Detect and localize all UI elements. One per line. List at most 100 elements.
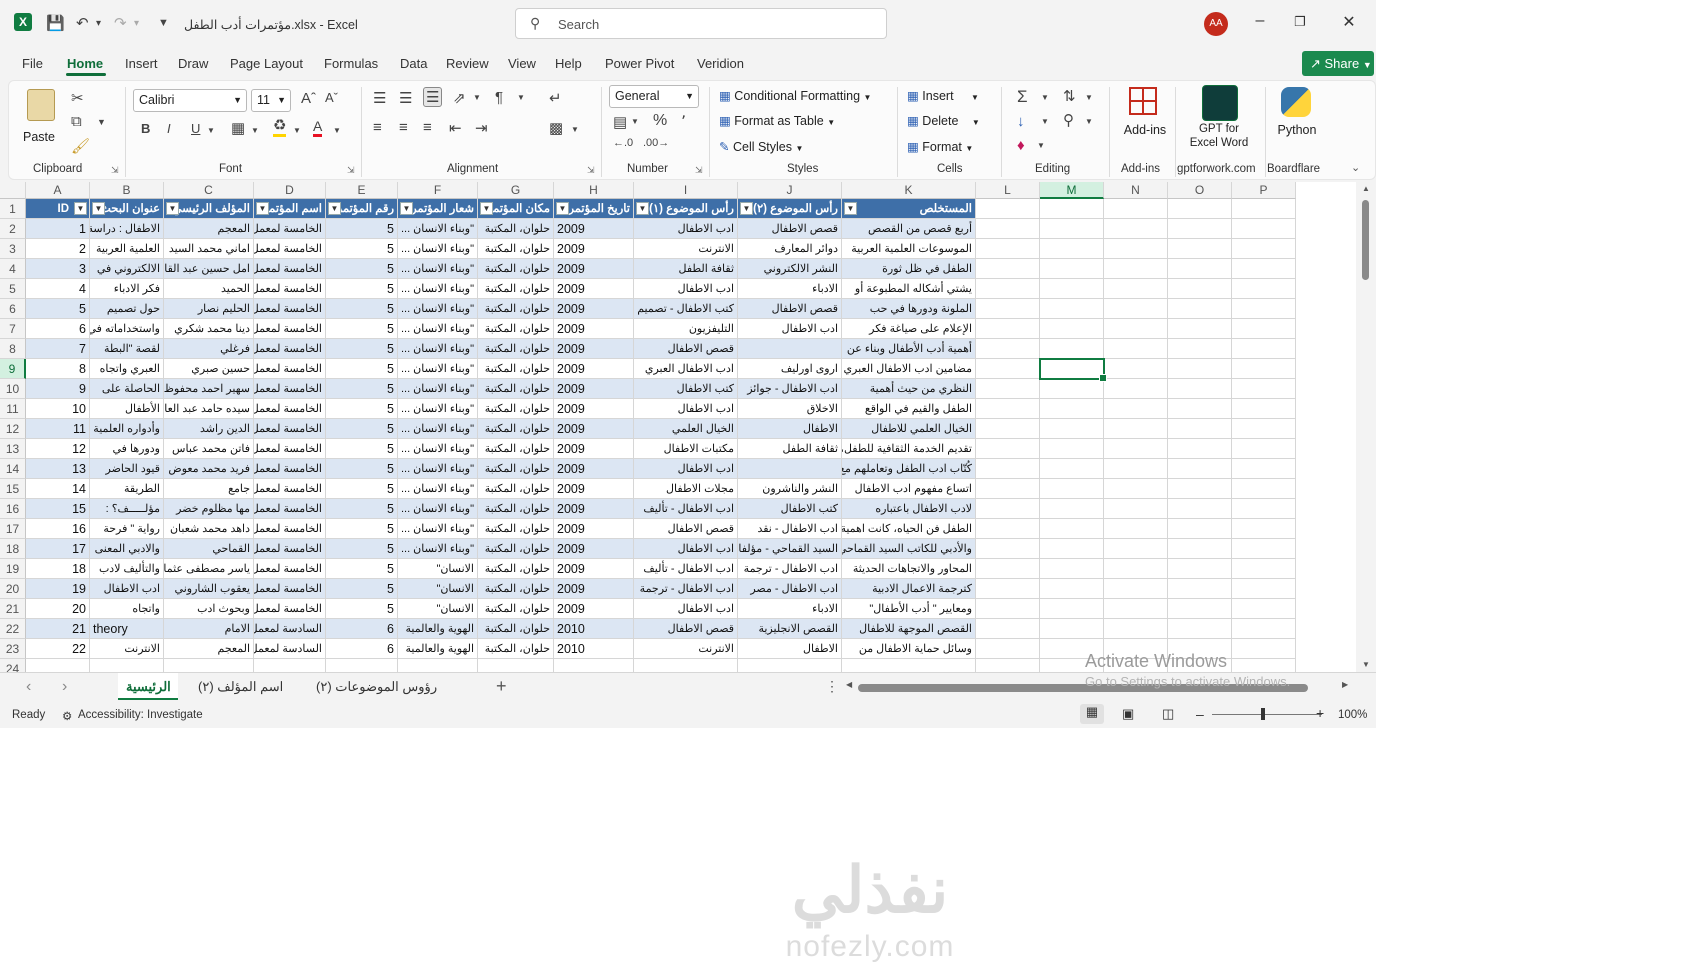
table-cell[interactable]: النشر والناشرون bbox=[738, 479, 842, 499]
table-cell[interactable]: حلوان، المكتبة bbox=[478, 399, 554, 419]
table-cell[interactable]: 5 bbox=[326, 599, 398, 619]
row-header[interactable]: 8 bbox=[0, 339, 26, 359]
table-cell[interactable]: الأطفال bbox=[90, 399, 164, 419]
column-header-f[interactable]: F bbox=[398, 182, 478, 199]
table-header-cell[interactable]: المؤلف الرئيسي ▼ bbox=[164, 199, 254, 219]
table-cell[interactable]: الخامسة لمعمل bbox=[254, 259, 326, 279]
table-cell[interactable]: 5 bbox=[326, 399, 398, 419]
empty-cell[interactable] bbox=[976, 419, 1040, 439]
table-cell[interactable]: الالكتروني في bbox=[90, 259, 164, 279]
table-cell[interactable]: حلوان، المكتبة bbox=[478, 539, 554, 559]
table-header-cell[interactable]: تاريخ المؤتمر ▼ bbox=[554, 199, 634, 219]
table-cell[interactable]: الخامسة لمعمل bbox=[254, 559, 326, 579]
increase-decimal-icon[interactable]: ←.0 bbox=[613, 137, 633, 149]
tab-formulas[interactable]: Formulas bbox=[324, 56, 378, 71]
format-cells-button[interactable]: ▦ Format ▼ bbox=[907, 139, 973, 154]
table-cell[interactable]: 5 bbox=[326, 439, 398, 459]
empty-cell[interactable] bbox=[1104, 459, 1168, 479]
empty-cell[interactable] bbox=[1168, 399, 1232, 419]
table-cell[interactable]: لادب الاطفال باعتباره bbox=[842, 499, 976, 519]
redo-dropdown-icon[interactable]: ▾ bbox=[134, 18, 139, 29]
gpt-for-excel-button[interactable]: GPT for Excel Word bbox=[1177, 85, 1261, 155]
percent-icon[interactable]: % bbox=[653, 112, 667, 130]
table-header-cell[interactable]: المستخلص ▼ bbox=[842, 199, 976, 219]
empty-cell[interactable] bbox=[1040, 499, 1104, 519]
table-cell[interactable]: كتب الاطفال bbox=[738, 499, 842, 519]
empty-cell[interactable] bbox=[842, 659, 976, 672]
table-cell[interactable]: 2009 bbox=[554, 539, 634, 559]
row-header[interactable]: 9 bbox=[0, 359, 26, 379]
format-painter-icon[interactable]: 🖌 bbox=[71, 137, 90, 155]
copy-dropdown-icon[interactable]: ▼ bbox=[97, 117, 106, 127]
empty-cell[interactable] bbox=[1104, 499, 1168, 519]
decrease-indent-icon[interactable]: ⇤ bbox=[449, 119, 462, 137]
empty-cell[interactable] bbox=[1232, 339, 1296, 359]
table-cell[interactable]: قيود الحاضر bbox=[90, 459, 164, 479]
empty-cell[interactable] bbox=[976, 239, 1040, 259]
table-cell[interactable]: "وبناء الانسان ... bbox=[398, 319, 478, 339]
number-format-select[interactable]: General ▼ bbox=[609, 85, 699, 108]
table-header-cell[interactable]: رقم المؤتمر ▼ bbox=[326, 199, 398, 219]
zoom-in-icon[interactable]: + bbox=[1316, 705, 1324, 721]
empty-cell[interactable] bbox=[1232, 319, 1296, 339]
tab-veridion[interactable]: Veridion bbox=[697, 56, 744, 71]
table-cell[interactable]: "وبناء الانسان ... bbox=[398, 419, 478, 439]
table-cell[interactable]: 2009 bbox=[554, 359, 634, 379]
text-direction-dropdown-icon[interactable]: ▼ bbox=[517, 93, 525, 102]
font-color-icon[interactable]: A bbox=[313, 118, 323, 137]
column-header-l[interactable]: L bbox=[976, 182, 1040, 199]
table-cell[interactable]: واستخداماته في bbox=[90, 319, 164, 339]
table-header-cell[interactable]: رأس الموضوع (١) ▼ bbox=[634, 199, 738, 219]
empty-cell[interactable] bbox=[1040, 259, 1104, 279]
table-cell[interactable]: 16 bbox=[26, 519, 90, 539]
empty-cell[interactable] bbox=[976, 299, 1040, 319]
wrap-text-icon[interactable]: ↵ bbox=[549, 89, 562, 107]
row-header[interactable]: 19 bbox=[0, 559, 26, 579]
filter-dropdown-icon[interactable]: ▼ bbox=[740, 202, 753, 215]
sort-filter-dropdown-icon[interactable]: ▼ bbox=[1085, 93, 1093, 102]
row-header[interactable]: 6 bbox=[0, 299, 26, 319]
table-cell[interactable]: 5 bbox=[26, 299, 90, 319]
table-cell[interactable]: أربع قصص من القصص bbox=[842, 219, 976, 239]
tab-file[interactable]: File bbox=[22, 56, 43, 71]
table-cell[interactable]: والأدبي للكاتب السيد القماحي bbox=[842, 539, 976, 559]
empty-cell[interactable] bbox=[976, 339, 1040, 359]
table-cell[interactable]: الاخلاق bbox=[738, 399, 842, 419]
empty-cell[interactable] bbox=[1232, 639, 1296, 659]
empty-cell[interactable] bbox=[1168, 459, 1232, 479]
row-header[interactable]: 12 bbox=[0, 419, 26, 439]
more-options-icon[interactable]: ⋮ bbox=[825, 678, 839, 695]
empty-cell[interactable] bbox=[1104, 599, 1168, 619]
column-header-m[interactable]: M bbox=[1040, 182, 1104, 199]
empty-cell[interactable] bbox=[1040, 219, 1104, 239]
next-sheet-icon[interactable]: › bbox=[62, 678, 67, 696]
empty-cell[interactable] bbox=[1040, 459, 1104, 479]
row-header[interactable]: 22 bbox=[0, 619, 26, 639]
empty-cell[interactable] bbox=[254, 659, 326, 672]
table-cell[interactable]: التليفزيون bbox=[634, 319, 738, 339]
table-cell[interactable]: "وبناء الانسان ... bbox=[398, 379, 478, 399]
empty-cell[interactable] bbox=[634, 659, 738, 672]
table-cell[interactable]: وسائل حماية الاطفال من bbox=[842, 639, 976, 659]
collapse-ribbon-icon[interactable]: ⌄ bbox=[1351, 161, 1360, 174]
table-cell[interactable]: حلوان، المكتبة bbox=[478, 419, 554, 439]
empty-cell[interactable] bbox=[976, 499, 1040, 519]
empty-cell[interactable] bbox=[1168, 499, 1232, 519]
empty-cell[interactable] bbox=[1104, 539, 1168, 559]
tab-review[interactable]: Review bbox=[446, 56, 489, 71]
empty-cell[interactable] bbox=[976, 659, 1040, 672]
table-cell[interactable]: 11 bbox=[26, 419, 90, 439]
filter-dropdown-icon[interactable]: ▼ bbox=[256, 202, 269, 215]
table-cell[interactable]: 2009 bbox=[554, 299, 634, 319]
table-cell[interactable]: حلوان، المكتبة bbox=[478, 279, 554, 299]
table-cell[interactable]: والادبي المعنى bbox=[90, 539, 164, 559]
table-cell[interactable]: العلمية العربية bbox=[90, 239, 164, 259]
empty-cell[interactable] bbox=[1104, 319, 1168, 339]
table-cell[interactable]: "وبناء الانسان ... bbox=[398, 399, 478, 419]
filter-dropdown-icon[interactable]: ▼ bbox=[480, 202, 493, 215]
empty-cell[interactable] bbox=[976, 519, 1040, 539]
empty-cell[interactable] bbox=[976, 459, 1040, 479]
empty-cell[interactable] bbox=[1232, 359, 1296, 379]
table-cell[interactable]: فاتن محمد عباس bbox=[164, 439, 254, 459]
redo-icon[interactable]: ↷ bbox=[114, 14, 127, 32]
